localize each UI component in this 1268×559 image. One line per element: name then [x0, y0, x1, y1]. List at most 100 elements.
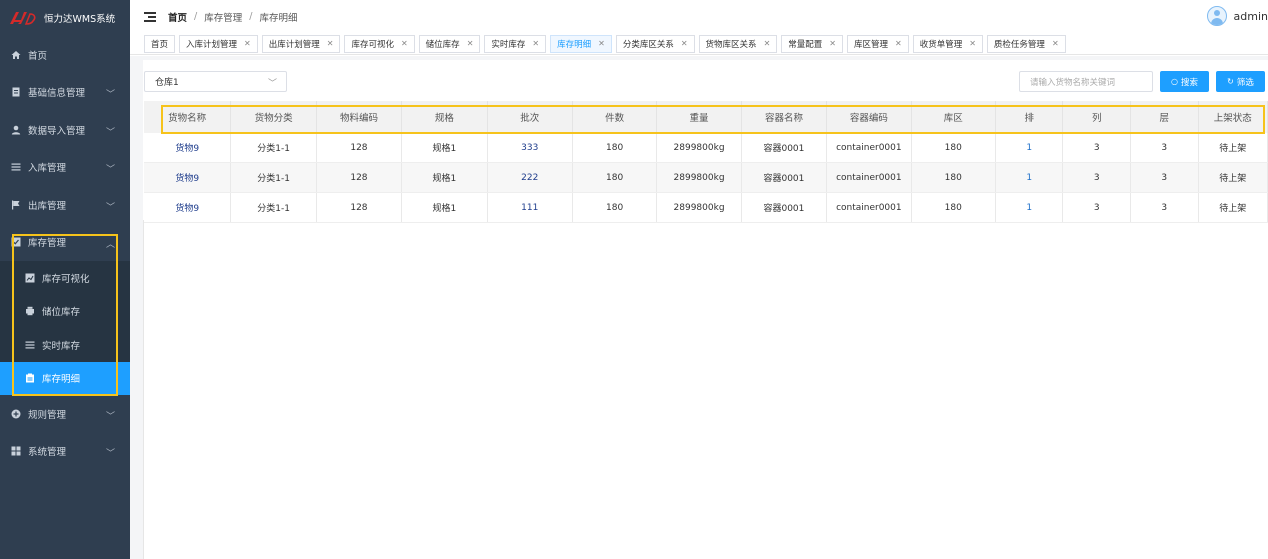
- table-cell: 128: [317, 193, 403, 222]
- tab-qc-task[interactable]: 质检任务管理 ✕: [986, 34, 1066, 53]
- search-placeholder: 请输入货物名称关键词: [1030, 77, 1116, 88]
- tab-label: 首页: [151, 39, 169, 50]
- search-input[interactable]: 请输入货物名称关键词: [1019, 71, 1153, 92]
- chevron-down-icon: ﹀: [105, 202, 115, 213]
- table-cell: 3: [1063, 133, 1131, 162]
- search-button-label: 搜索: [1180, 77, 1198, 88]
- tab-home[interactable]: 首页: [144, 34, 176, 53]
- chevron-down-icon: ﹀: [105, 127, 115, 138]
- table-cell: 2899800kg: [657, 163, 742, 192]
- close-icon[interactable]: ✕: [467, 39, 474, 48]
- table-cell: 2899800kg: [657, 133, 742, 162]
- sidebar-item-label: 实时库存: [42, 340, 81, 352]
- sidebar-item-inventory-visual[interactable]: 库存可视化: [0, 261, 130, 295]
- tab-inventory-visual[interactable]: 库存可视化 ✕: [344, 34, 415, 53]
- table-cell: 128: [317, 163, 403, 192]
- close-icon[interactable]: ✕: [764, 39, 771, 48]
- close-icon[interactable]: ✕: [244, 39, 251, 48]
- batch-link[interactable]: 333: [488, 133, 573, 162]
- sidebar-item-label: 基础信息管理: [28, 88, 86, 100]
- sidebar-item-inbound[interactable]: 入库管理 ﹀: [0, 149, 130, 187]
- flag-icon: [11, 200, 21, 210]
- close-icon[interactable]: ✕: [598, 39, 605, 48]
- tab-inventory-detail[interactable]: 库存明细 ✕: [550, 34, 612, 53]
- table-row[interactable]: 货物9 分类1-1 128 规格1 222 180 2899800kg 容器0001 conta…: [144, 163, 1268, 193]
- close-icon[interactable]: ✕: [681, 39, 688, 48]
- table-cell: 3: [1063, 193, 1131, 222]
- breadcrumb: 首页 / 库存管理 / 库存明细: [168, 10, 297, 24]
- tab-category-area[interactable]: 分类库区关系 ✕: [615, 34, 695, 53]
- document-icon: [11, 87, 21, 97]
- sidebar-item-label: 库存可视化: [42, 273, 90, 285]
- batch-link[interactable]: 222: [488, 163, 573, 192]
- user-menu[interactable]: admin: [1206, 6, 1268, 26]
- column-header: 批次: [488, 101, 573, 133]
- tab-receipt[interactable]: 收货单管理 ✕: [912, 34, 983, 53]
- chart-icon: [25, 273, 35, 283]
- sidebar-item-rules[interactable]: 规则管理 ﹀: [0, 395, 130, 433]
- sidebar-item-home[interactable]: 首页: [0, 36, 130, 74]
- sidebar-item-bin-stock[interactable]: 储位库存: [0, 295, 130, 329]
- column-header: 库区: [912, 101, 996, 133]
- sidebar-item-system[interactable]: 系统管理 ﹀: [0, 433, 130, 471]
- column-header: 列: [1063, 101, 1131, 133]
- tab-label: 货物库区关系: [705, 39, 757, 50]
- filter-button[interactable]: ↻ 筛选: [1216, 71, 1265, 92]
- panel-divider: [143, 220, 144, 559]
- close-icon[interactable]: ✕: [1052, 39, 1059, 48]
- menu-toggle-icon[interactable]: [144, 11, 156, 22]
- column-header: 排: [996, 101, 1064, 133]
- username[interactable]: admin: [1234, 10, 1268, 23]
- avatar[interactable]: [1206, 6, 1227, 26]
- tab-label: 出库计划管理: [268, 39, 320, 50]
- sidebar-item-realtime-stock[interactable]: 实时库存: [0, 328, 130, 362]
- goods-name-link[interactable]: 货物9: [144, 163, 232, 192]
- tab-constants[interactable]: 常量配置 ✕: [781, 34, 843, 53]
- tab-inbound-plan[interactable]: 入库计划管理 ✕: [179, 34, 258, 53]
- column-header: 重量: [657, 101, 742, 133]
- batch-link[interactable]: 111: [488, 193, 573, 222]
- table-cell: 分类1-1: [231, 133, 317, 162]
- close-icon[interactable]: ✕: [829, 39, 836, 48]
- tab-label: 收货单管理: [919, 39, 963, 50]
- warehouse-select[interactable]: 仓库1 ﹀: [144, 71, 287, 92]
- goods-name-link[interactable]: 货物9: [144, 133, 232, 162]
- column-header: 上架状态: [1199, 101, 1268, 133]
- breadcrumb-home[interactable]: 首页: [168, 10, 187, 24]
- close-icon[interactable]: ✕: [969, 39, 976, 48]
- tab-area-management[interactable]: 库区管理 ✕: [846, 34, 909, 53]
- table-cell: 规格1: [402, 163, 488, 192]
- sidebar-item-data-import[interactable]: 数据导入管理 ﹀: [0, 111, 130, 149]
- table-cell: 容器0001: [742, 163, 828, 192]
- breadcrumb-item: 库存明细: [259, 12, 298, 24]
- search-button[interactable]: ○ 搜索: [1160, 71, 1209, 92]
- table-cell: 分类1-1: [231, 163, 317, 192]
- checkbox-icon: [11, 237, 21, 247]
- close-icon[interactable]: ✕: [401, 39, 408, 48]
- sidebar-item-label: 首页: [28, 50, 48, 62]
- table-cell: 180: [912, 163, 996, 192]
- table-row[interactable]: 货物9 分类1-1 128 规格1 333 180 2899800kg 容器0001 conta…: [144, 133, 1268, 163]
- sidebar-item-label: 入库管理: [28, 163, 67, 175]
- sidebar-item-label: 出库管理: [28, 200, 67, 212]
- sidebar-item-inventory[interactable]: 库存管理 ︿: [0, 224, 130, 262]
- column-header: 容器编码: [827, 101, 912, 133]
- sidebar-item-basic-info[interactable]: 基础信息管理 ﹀: [0, 74, 130, 112]
- tab-outbound-plan[interactable]: 出库计划管理 ✕: [261, 34, 341, 53]
- table-cell: 3: [1063, 163, 1131, 192]
- tab-bin-stock[interactable]: 储位库存 ✕: [418, 34, 481, 53]
- sidebar-item-inventory-detail[interactable]: 库存明细: [0, 361, 130, 395]
- table-cell: 180: [912, 193, 996, 222]
- sidebar-item-outbound[interactable]: 出库管理 ﹀: [0, 186, 130, 224]
- close-icon[interactable]: ✕: [327, 39, 334, 48]
- close-icon[interactable]: ✕: [532, 39, 539, 48]
- table-row[interactable]: 货物9 分类1-1 128 规格1 111 180 2899800kg 容器0001 conta…: [144, 193, 1268, 223]
- sidebar-item-label: 系统管理: [28, 447, 67, 459]
- table-cell: 180: [573, 133, 658, 162]
- close-icon[interactable]: ✕: [895, 39, 902, 48]
- tab-goods-area[interactable]: 货物库区关系 ✕: [698, 34, 778, 53]
- app-title: 恒力达WMS系统: [44, 14, 116, 25]
- goods-name-link[interactable]: 货物9: [144, 193, 232, 222]
- table-cell: 待上架: [1199, 163, 1268, 192]
- tab-realtime-stock[interactable]: 实时库存 ✕: [484, 34, 547, 53]
